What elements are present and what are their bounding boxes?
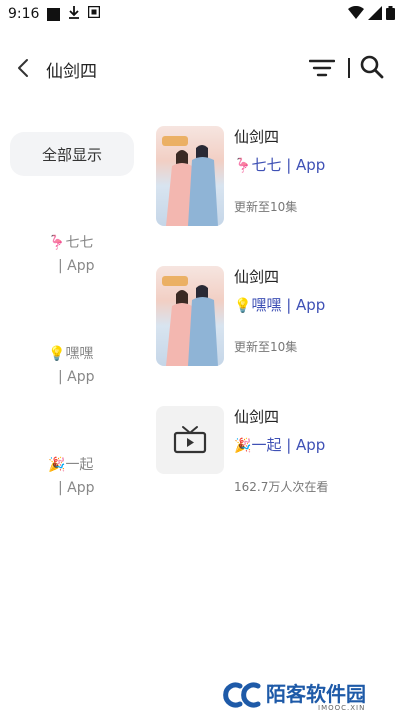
back-arrow-icon[interactable]	[12, 56, 36, 80]
app-notification-icon	[88, 5, 101, 22]
flamingo-icon: 🦩	[234, 158, 252, 174]
result-item-1[interactable]: 仙剑四 🦩七七 | App 更新至10集	[156, 126, 396, 226]
result-meta: 更新至10集	[234, 340, 298, 354]
tv-icon	[173, 426, 207, 454]
sidebar-item-yiqi[interactable]: 🎉一起 | App	[48, 454, 128, 500]
result-title: 仙剑四	[234, 128, 280, 146]
result-source: 🎉一起 | App	[234, 434, 325, 455]
header-divider	[348, 58, 350, 78]
result-item-2[interactable]: 仙剑四 💡嘿嘿 | App 更新至10集	[156, 266, 396, 366]
watermark-subtext: IMOOC.XIN	[318, 704, 366, 712]
sidebar-item-qiqi[interactable]: 🦩七七 | App	[48, 232, 128, 278]
result-source-label: 七七 | App	[251, 156, 326, 174]
status-right	[348, 6, 395, 20]
battery-icon	[386, 6, 395, 20]
flamingo-icon: 🦩	[48, 235, 66, 251]
wifi-icon	[348, 6, 364, 19]
party-popper-icon: 🎉	[234, 438, 252, 454]
status-bar: 9:16	[0, 0, 405, 28]
result-source-label: 一起 | App	[251, 436, 326, 454]
result-source: 💡嘿嘿 | App	[234, 294, 325, 315]
result-meta: 162.7万人次在看	[234, 480, 329, 494]
sidebar-item-heihei[interactable]: 💡嘿嘿 | App	[48, 343, 128, 389]
top-bar: 仙剑四	[0, 46, 405, 90]
notification-square-icon	[47, 7, 61, 21]
sidebar-item-tag: | App	[58, 480, 95, 496]
sidebar-item-label: 嘿嘿	[65, 346, 94, 362]
sidebar-item-tag: | App	[58, 258, 95, 274]
result-meta: 更新至10集	[234, 200, 298, 214]
download-icon	[68, 5, 80, 23]
show-all-button[interactable]: 全部显示	[10, 132, 134, 176]
lightbulb-icon: 💡	[48, 346, 66, 362]
result-item-3[interactable]: 仙剑四 🎉一起 | App 162.7万人次在看	[156, 406, 396, 506]
poster-image	[156, 266, 224, 366]
party-popper-icon: 🎉	[48, 457, 66, 473]
search-icon[interactable]	[359, 54, 385, 80]
lightbulb-icon: 💡	[234, 298, 252, 314]
status-time: 9:16	[8, 6, 40, 22]
watermark-logo: 陌客软件园 IMOOC.XIN	[222, 676, 402, 716]
result-source-label: 嘿嘿 | App	[251, 296, 326, 314]
result-title: 仙剑四	[234, 268, 280, 286]
sidebar-item-label: 一起	[65, 457, 94, 473]
page-title: 仙剑四	[46, 62, 97, 82]
watermark-text: 陌客软件园	[266, 682, 366, 706]
sidebar-item-tag: | App	[58, 369, 95, 385]
tv-placeholder-poster	[156, 406, 224, 474]
signal-icon	[368, 6, 382, 20]
result-title: 仙剑四	[234, 408, 280, 426]
result-source: 🦩七七 | App	[234, 154, 325, 175]
logo-mark-icon	[223, 682, 261, 708]
poster-image	[156, 126, 224, 226]
filter-icon[interactable]	[308, 56, 336, 80]
sidebar-item-label: 七七	[65, 235, 94, 251]
